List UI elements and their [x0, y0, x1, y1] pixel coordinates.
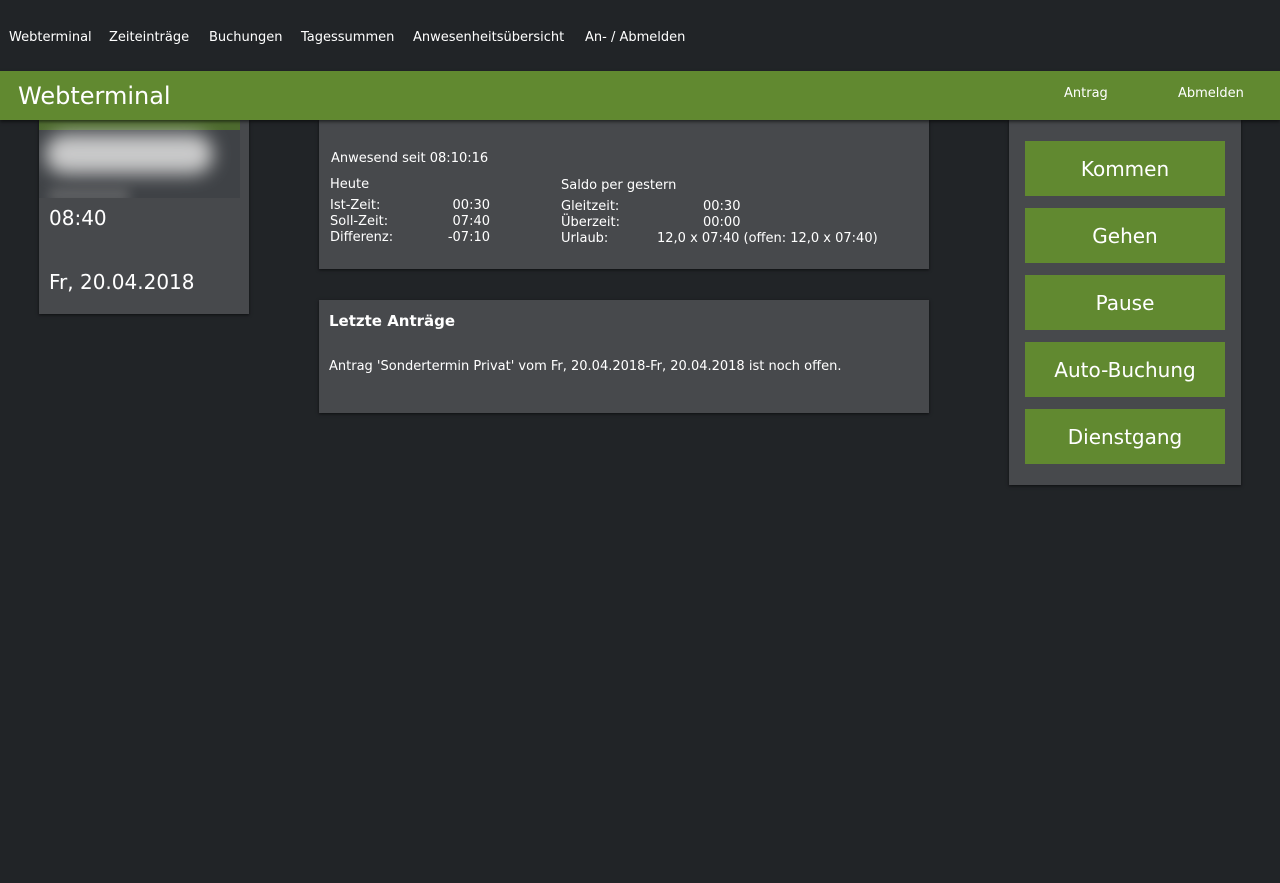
today-value-soll: 07:40 — [452, 214, 490, 229]
balance-label-ueberzeit: Überzeit: — [561, 215, 621, 230]
today-heading: Heute — [330, 177, 370, 192]
status-panel: Anwesend seit 08:10:16 Heute Ist-Zeit: 0… — [319, 120, 929, 269]
nav-webterminal[interactable]: Webterminal — [9, 30, 92, 46]
requests-panel: Letzte Anträge Antrag 'Sondertermin Priv… — [319, 300, 929, 413]
top-navigation: Webterminal Zeiteinträge Buchungen Tages… — [0, 0, 1280, 70]
nav-tagessummen[interactable]: Tagessummen — [301, 30, 394, 46]
today-value-ist: 00:30 — [452, 198, 490, 213]
nav-zeiteintraege[interactable]: Zeiteinträge — [109, 30, 189, 46]
nav-an-abmelden[interactable]: An- / Abmelden — [585, 30, 685, 46]
page-title: Webterminal — [18, 82, 171, 110]
requests-heading: Letzte Anträge — [329, 312, 456, 330]
dienstgang-button[interactable]: Dienstgang — [1025, 409, 1225, 464]
booking-actions-panel: Kommen Gehen Pause Auto-Buchung Dienstga… — [1009, 120, 1241, 485]
gehen-button[interactable]: Gehen — [1025, 208, 1225, 263]
user-photo — [39, 120, 240, 198]
current-time: 08:40 — [49, 206, 107, 230]
nav-buchungen[interactable]: Buchungen — [209, 30, 283, 46]
current-date: Fr, 20.04.2018 — [49, 270, 195, 294]
header-link-abmelden[interactable]: Abmelden — [1178, 86, 1244, 102]
header-bar: Webterminal Antrag Abmelden — [0, 71, 1280, 120]
balance-heading: Saldo per gestern — [561, 178, 677, 193]
today-label-ist: Ist-Zeit: — [330, 198, 381, 213]
balance-value-urlaub: 12,0 x 07:40 (offen: 12,0 x 07:40) — [657, 231, 878, 246]
photo-blur — [45, 134, 213, 174]
balance-label-gleitzeit: Gleitzeit: — [561, 199, 620, 214]
today-value-diff: -07:10 — [447, 230, 490, 245]
request-message: Antrag 'Sondertermin Privat' vom Fr, 20.… — [329, 359, 842, 374]
pause-button[interactable]: Pause — [1025, 275, 1225, 330]
auto-buchung-button[interactable]: Auto-Buchung — [1025, 342, 1225, 397]
balance-label-urlaub: Urlaub: — [561, 231, 609, 246]
today-label-soll: Soll-Zeit: — [330, 214, 389, 229]
photo-blur-small — [49, 190, 129, 198]
profile-panel: 08:40 Fr, 20.04.2018 — [39, 120, 249, 314]
balance-value-ueberzeit: 00:00 — [703, 215, 741, 230]
today-label-diff: Differenz: — [330, 230, 394, 245]
balance-value-gleitzeit: 00:30 — [703, 199, 741, 214]
nav-anwesenheitsuebersicht[interactable]: Anwesenheitsübersicht — [413, 30, 564, 46]
present-since: Anwesend seit 08:10:16 — [331, 151, 489, 166]
header-link-antrag[interactable]: Antrag — [1064, 86, 1108, 102]
photo-stripe — [39, 120, 240, 130]
kommen-button[interactable]: Kommen — [1025, 141, 1225, 196]
